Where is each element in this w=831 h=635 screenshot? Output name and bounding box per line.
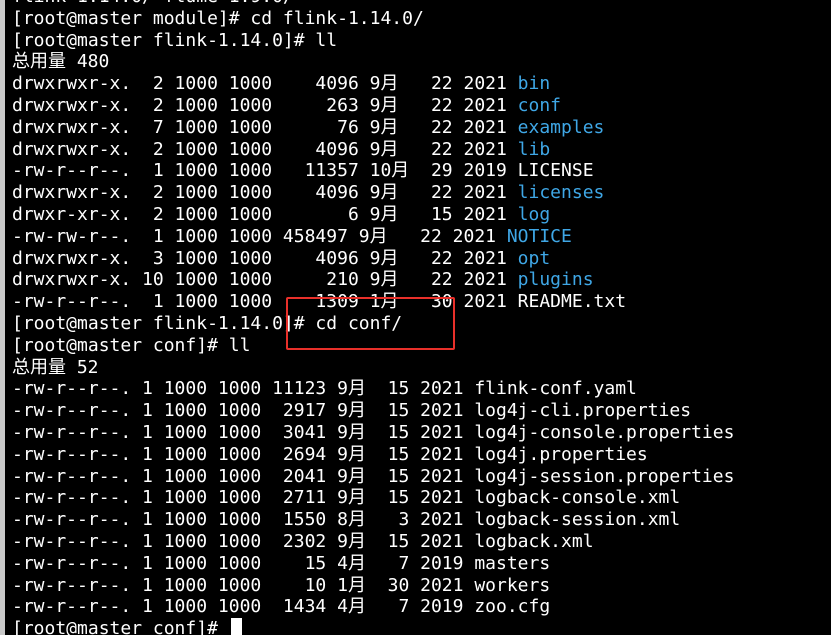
directory-name: NOTICE bbox=[506, 225, 572, 247]
terminal-line: flink-1.14.0/ flume-1.9.0/ bbox=[12, 0, 734, 8]
listing-row: drwxrwxr-x. 2 1000 1000 263 9月 22 2021 c… bbox=[12, 95, 734, 117]
listing-row: -rw-r--r--. 1 1000 1000 11123 9月 15 2021… bbox=[12, 378, 734, 400]
listing-metadata: -rw-r--r--. 1 1000 1000 11123 9月 15 2021 bbox=[12, 378, 475, 400]
listing-metadata: -rw-r--r--. 1 1000 1000 2711 9月 15 2021 bbox=[12, 487, 475, 509]
file-name: logback-session.xml bbox=[474, 509, 681, 531]
file-name: LICENSE bbox=[517, 160, 594, 182]
listing-metadata: drwxrwxr-x. 7 1000 1000 76 9月 22 2021 bbox=[12, 116, 518, 138]
directory-name: conf bbox=[517, 94, 562, 116]
terminal-line: 总用量 52 bbox=[12, 356, 99, 378]
file-name: README.txt bbox=[517, 291, 627, 313]
directory-name: bin bbox=[517, 73, 551, 95]
listing-metadata: -rw-r--r--. 1 1000 1000 11357 10月 29 201… bbox=[12, 160, 518, 182]
directory-name: lib bbox=[517, 138, 551, 160]
listing-row: drwxrwxr-x. 2 1000 1000 4096 9月 22 2021 … bbox=[12, 182, 734, 204]
listing-metadata: -rw-r--r--. 1 1000 1000 1550 8月 3 2021 bbox=[12, 509, 475, 531]
listing-metadata: drwxrwxr-x. 2 1000 1000 4096 9月 22 2021 bbox=[12, 73, 518, 95]
listing-row: -rw-r--r--. 1 1000 1000 2302 9月 15 2021 … bbox=[12, 531, 734, 553]
listing-metadata: -rw-r--r--. 1 1000 1000 10 1月 30 2021 bbox=[12, 574, 475, 596]
listing-metadata: -rw-r--r--. 1 1000 1000 15 4月 7 2019 bbox=[12, 552, 475, 574]
listing-metadata: drwxrwxr-x. 3 1000 1000 4096 9月 22 2021 bbox=[12, 247, 518, 269]
listing-metadata: drwxrwxr-x. 2 1000 1000 4096 9月 22 2021 bbox=[12, 182, 518, 204]
command-prompt[interactable]: [root@master conf]# bbox=[12, 618, 734, 635]
listing-row: -rw-r--r--. 1 1000 1000 1550 8月 3 2021 l… bbox=[12, 509, 734, 531]
terminal-line: [root@master flink-1.14.0]# ll bbox=[12, 29, 338, 51]
listing-metadata: -rw-r--r--. 1 1000 1000 2041 9月 15 2021 bbox=[12, 465, 475, 487]
highlight-annotation-box bbox=[286, 297, 455, 350]
directory-name: log bbox=[517, 203, 551, 225]
listing-metadata: -rw-r--r--. 1 1000 1000 2302 9月 15 2021 bbox=[12, 530, 475, 552]
listing-row: -rw-r--r--. 1 1000 1000 2041 9月 15 2021 … bbox=[12, 466, 734, 488]
directory-name: plugins bbox=[517, 269, 594, 291]
directory-name: licenses bbox=[517, 182, 605, 204]
listing-metadata: -rw-r--r--. 1 1000 1000 2694 9月 15 2021 bbox=[12, 443, 475, 465]
listing-row: drwxrwxr-x. 2 1000 1000 4096 9月 22 2021 … bbox=[12, 73, 734, 95]
file-name: zoo.cfg bbox=[474, 596, 551, 618]
listing-metadata: drwxrwxr-x. 2 1000 1000 4096 9月 22 2021 bbox=[12, 138, 518, 160]
file-name: flink-conf.yaml bbox=[474, 378, 637, 400]
listing-row: drwxrwxr-x. 2 1000 1000 4096 9月 22 2021 … bbox=[12, 139, 734, 161]
listing-metadata: -rw-rw-r--. 1 1000 1000 458497 9月 22 202… bbox=[12, 225, 507, 247]
terminal-window[interactable]: flink-1.14.0/ flume-1.9.0/[root@master m… bbox=[0, 0, 831, 635]
terminal-line: [root@master module]# cd flink-1.14.0/ bbox=[12, 7, 424, 29]
listing-row: -rw-r--r--. 1 1000 1000 2711 9月 15 2021 … bbox=[12, 487, 734, 509]
file-name: logback.xml bbox=[474, 530, 594, 552]
listing-row: drwxrwxr-x. 3 1000 1000 4096 9月 22 2021 … bbox=[12, 248, 734, 270]
listing-row: -rw-r--r--. 1 1000 1000 15 4月 7 2019 mas… bbox=[12, 553, 734, 575]
listing-row: drwxr-xr-x. 2 1000 1000 6 9月 15 2021 log bbox=[12, 204, 734, 226]
file-name: logback-console.xml bbox=[474, 487, 681, 509]
directory-name: opt bbox=[517, 247, 551, 269]
listing-row: -rw-rw-r--. 1 1000 1000 458497 9月 22 202… bbox=[12, 226, 734, 248]
listing-metadata: -rw-r--r--. 1 1000 1000 2917 9月 15 2021 bbox=[12, 400, 475, 422]
listing-row: -rw-r--r--. 1 1000 1000 10 1月 30 2021 wo… bbox=[12, 575, 734, 597]
listing-row: drwxrwxr-x. 7 1000 1000 76 9月 22 2021 ex… bbox=[12, 117, 734, 139]
listing-metadata: -rw-r--r--. 1 1000 1000 1434 4月 7 2019 bbox=[12, 596, 475, 618]
listing-row: -rw-r--r--. 1 1000 1000 11357 10月 29 201… bbox=[12, 160, 734, 182]
listing-row: -rw-r--r--. 1 1000 1000 2917 9月 15 2021 … bbox=[12, 400, 734, 422]
terminal-line: 总用量 480 bbox=[12, 51, 110, 73]
directory-name: examples bbox=[517, 116, 605, 138]
listing-metadata: drwxrwxr-x. 10 1000 1000 210 9月 22 2021 bbox=[12, 269, 518, 291]
listing-metadata: -rw-r--r--. 1 1000 1000 3041 9月 15 2021 bbox=[12, 421, 475, 443]
listing-metadata: drwxrwxr-x. 2 1000 1000 263 9月 22 2021 bbox=[12, 94, 518, 116]
file-name: log4j-session.properties bbox=[474, 465, 735, 487]
prompt-text: [root@master conf]# bbox=[12, 618, 229, 635]
listing-row: drwxrwxr-x. 10 1000 1000 210 9月 22 2021 … bbox=[12, 269, 734, 291]
listing-metadata: drwxr-xr-x. 2 1000 1000 6 9月 15 2021 bbox=[12, 203, 518, 225]
file-name: log4j-console.properties bbox=[474, 421, 735, 443]
file-name: log4j.properties bbox=[474, 443, 648, 465]
file-name: log4j-cli.properties bbox=[474, 400, 692, 422]
window-border bbox=[0, 0, 5, 635]
listing-row: -rw-r--r--. 1 1000 1000 2694 9月 15 2021 … bbox=[12, 444, 734, 466]
file-name: masters bbox=[474, 552, 551, 574]
text-cursor bbox=[230, 618, 242, 635]
file-name: workers bbox=[474, 574, 551, 596]
listing-row: -rw-r--r--. 1 1000 1000 1434 4月 7 2019 z… bbox=[12, 596, 734, 618]
listing-row: -rw-r--r--. 1 1000 1000 3041 9月 15 2021 … bbox=[12, 422, 734, 444]
